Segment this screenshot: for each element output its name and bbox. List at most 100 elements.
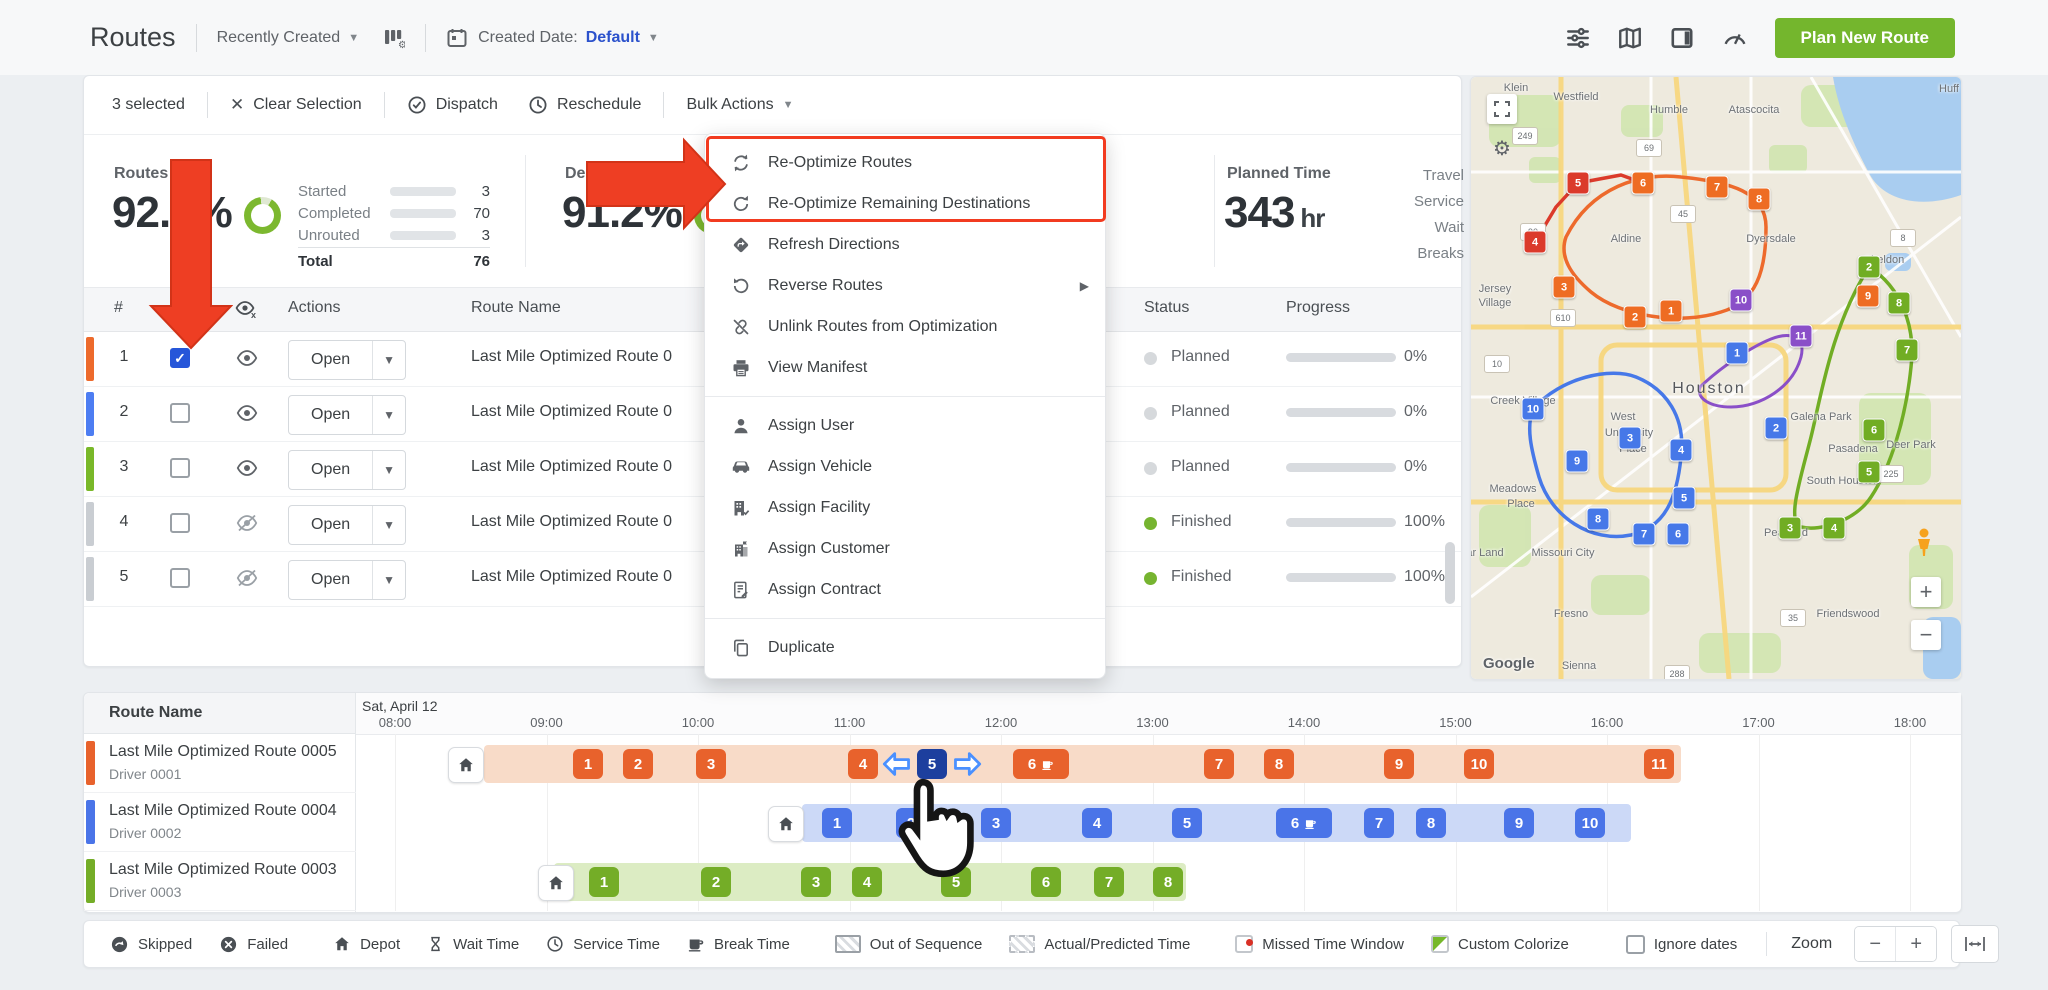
route-name[interactable]: Last Mile Optimized Route 0 bbox=[471, 403, 672, 421]
route-name[interactable]: Last Mile Optimized Route 0 bbox=[471, 348, 672, 366]
map-settings-gear-icon[interactable]: ⚙ bbox=[1487, 133, 1517, 163]
map-stop-marker[interactable]: 8 bbox=[1587, 508, 1610, 531]
gantt-stop[interactable]: 8 bbox=[1153, 867, 1183, 897]
dashboard-gauge-icon[interactable] bbox=[1721, 24, 1749, 52]
ignore-dates-checkbox[interactable] bbox=[1626, 935, 1645, 954]
gantt-stop[interactable]: 6 bbox=[1276, 808, 1332, 838]
gantt-route-label[interactable]: Last Mile Optimized Route 0004Driver 000… bbox=[84, 793, 356, 852]
gantt-stop[interactable]: 6 bbox=[1031, 867, 1061, 897]
route-name[interactable]: Last Mile Optimized Route 0 bbox=[471, 458, 672, 476]
row-checkbox[interactable] bbox=[170, 458, 190, 478]
map-stop-marker[interactable]: 9 bbox=[1566, 450, 1589, 473]
map-stop-marker[interactable]: 5 bbox=[1673, 487, 1696, 510]
map-stop-marker[interactable]: 5 bbox=[1858, 461, 1881, 484]
menu-item-assign-vehicle[interactable]: Assign Vehicle bbox=[705, 446, 1105, 487]
map-zoom-in-button[interactable]: + bbox=[1911, 577, 1941, 607]
map-stop-marker[interactable]: 3 bbox=[1619, 427, 1642, 450]
created-date-filter[interactable]: Created Date: Default ▼ bbox=[478, 29, 659, 47]
reschedule-button[interactable]: Reschedule bbox=[528, 95, 642, 115]
map-stop-marker[interactable]: 1 bbox=[1726, 342, 1749, 365]
menu-item-assign-customer[interactable]: Assign Customer bbox=[705, 528, 1105, 569]
map-panel[interactable]: KleinWestfieldHumbleAtascocitaHuffJersey… bbox=[1470, 76, 1962, 680]
map-stop-marker[interactable]: 1 bbox=[1660, 300, 1683, 323]
map-stop-marker[interactable]: 2 bbox=[1858, 256, 1881, 279]
depot-home-marker[interactable] bbox=[448, 747, 484, 783]
gantt-stop[interactable]: 7 bbox=[1364, 808, 1394, 838]
gantt-stop[interactable]: 1 bbox=[822, 808, 852, 838]
gantt-stop[interactable]: 1 bbox=[573, 749, 603, 779]
gantt-stop[interactable]: 4 bbox=[848, 749, 878, 779]
gantt-stop[interactable]: 4 bbox=[1082, 808, 1112, 838]
depot-home-marker[interactable] bbox=[538, 865, 574, 901]
eye-off-icon[interactable] bbox=[236, 569, 258, 587]
gantt-stop[interactable]: 2 bbox=[701, 867, 731, 897]
map-stop-marker[interactable]: 2 bbox=[1624, 306, 1647, 329]
ignore-dates-toggle[interactable]: Ignore dates bbox=[1626, 935, 1737, 954]
row-checkbox[interactable] bbox=[170, 568, 190, 588]
map-stop-marker[interactable]: 7 bbox=[1633, 523, 1656, 546]
menu-item-re-optimize-remaining-destinations[interactable]: Re-Optimize Remaining Destinations bbox=[705, 183, 1105, 224]
gantt-stop[interactable]: 7 bbox=[1094, 867, 1124, 897]
gantt-stop[interactable]: 8 bbox=[1264, 749, 1294, 779]
row-checkbox[interactable] bbox=[170, 513, 190, 533]
bulk-actions-button[interactable]: Bulk Actions ▼ bbox=[686, 96, 793, 114]
gantt-route-label[interactable]: Last Mile Optimized Route 0005Driver 000… bbox=[84, 734, 356, 793]
columns-settings-icon[interactable]: ⚙ bbox=[381, 26, 405, 50]
depot-home-marker[interactable] bbox=[768, 806, 804, 842]
map-stop-marker[interactable]: 7 bbox=[1706, 176, 1729, 199]
menu-item-assign-contract[interactable]: Assign Contract bbox=[705, 569, 1105, 610]
gantt-route-track[interactable] bbox=[484, 745, 1681, 783]
map-stop-marker[interactable]: 3 bbox=[1553, 276, 1576, 299]
map-stop-marker[interactable]: 2 bbox=[1765, 417, 1788, 440]
open-route-button[interactable]: Open▼ bbox=[288, 340, 406, 380]
map-stop-marker[interactable]: 10 bbox=[1730, 289, 1753, 312]
gantt-stop[interactable]: 11 bbox=[1644, 749, 1674, 779]
open-route-button[interactable]: Open▼ bbox=[288, 560, 406, 600]
gantt-stop[interactable]: 9 bbox=[1384, 749, 1414, 779]
route-name[interactable]: Last Mile Optimized Route 0 bbox=[471, 568, 672, 586]
map-stop-marker[interactable]: 10 bbox=[1522, 398, 1545, 421]
map-stop-marker[interactable]: 4 bbox=[1670, 439, 1693, 462]
map-stop-marker[interactable]: 8 bbox=[1748, 188, 1771, 211]
menu-item-duplicate[interactable]: Duplicate bbox=[705, 627, 1105, 668]
gantt-stop[interactable]: 3 bbox=[801, 867, 831, 897]
vertical-scrollbar[interactable] bbox=[1445, 542, 1455, 604]
eye-icon[interactable] bbox=[236, 459, 258, 477]
menu-item-assign-facility[interactable]: Assign Facility bbox=[705, 487, 1105, 528]
gantt-stop[interactable]: 5 bbox=[1172, 808, 1202, 838]
dispatch-button[interactable]: Dispatch bbox=[407, 95, 498, 115]
zoom-fit-button[interactable] bbox=[1951, 925, 1999, 963]
menu-item-re-optimize-routes[interactable]: Re-Optimize Routes bbox=[705, 142, 1105, 183]
map-stop-marker[interactable]: 3 bbox=[1779, 517, 1802, 540]
menu-item-view-manifest[interactable]: View Manifest bbox=[705, 347, 1105, 388]
menu-item-unlink-routes-from-optimization[interactable]: Unlink Routes from Optimization bbox=[705, 306, 1105, 347]
map-stop-marker[interactable]: 6 bbox=[1667, 523, 1690, 546]
row-checkbox[interactable]: ✓ bbox=[170, 348, 190, 368]
filters-icon[interactable] bbox=[1565, 25, 1591, 51]
gantt-stop[interactable]: 9 bbox=[1504, 808, 1534, 838]
menu-item-assign-user[interactable]: Assign User bbox=[705, 405, 1105, 446]
open-route-button[interactable]: Open▼ bbox=[288, 450, 406, 490]
menu-item-refresh-directions[interactable]: Refresh Directions bbox=[705, 224, 1105, 265]
route-name[interactable]: Last Mile Optimized Route 0 bbox=[471, 513, 672, 531]
gantt-stop[interactable]: 1 bbox=[589, 867, 619, 897]
map-stop-marker[interactable]: 9 bbox=[1857, 285, 1880, 308]
map-stop-marker[interactable]: 4 bbox=[1524, 231, 1547, 254]
street-view-pegman[interactable] bbox=[1913, 527, 1935, 557]
gantt-stop[interactable]: 6 bbox=[1013, 749, 1069, 779]
clear-selection-button[interactable]: ✕ Clear Selection bbox=[230, 95, 362, 115]
gantt-stop[interactable]: 3 bbox=[696, 749, 726, 779]
eye-off-icon[interactable] bbox=[236, 514, 258, 532]
side-panel-icon[interactable] bbox=[1669, 25, 1695, 51]
map-stop-marker[interactable]: 5 bbox=[1567, 172, 1590, 195]
map-view-icon[interactable] bbox=[1617, 25, 1643, 51]
sort-dropdown[interactable]: Recently Created ▼ bbox=[217, 29, 360, 47]
menu-item-reverse-routes[interactable]: Reverse Routes▶ bbox=[705, 265, 1105, 306]
gantt-stop[interactable]: 7 bbox=[1204, 749, 1234, 779]
open-route-button[interactable]: Open▼ bbox=[288, 395, 406, 435]
map-stop-marker[interactable]: 6 bbox=[1863, 419, 1886, 442]
map-stop-marker[interactable]: 11 bbox=[1790, 325, 1813, 348]
map-stop-marker[interactable]: 8 bbox=[1888, 292, 1911, 315]
eye-icon[interactable] bbox=[236, 404, 258, 422]
row-checkbox[interactable] bbox=[170, 403, 190, 423]
